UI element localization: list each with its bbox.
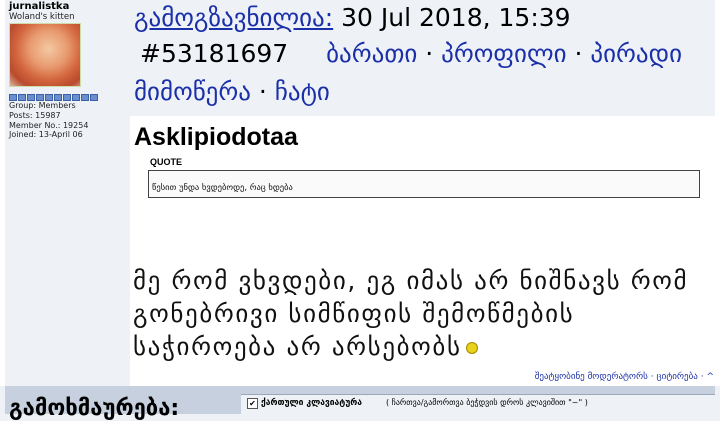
separator: · xyxy=(574,39,583,68)
post-footer: შეატყობინე მოდერატორს · ციტირება · ^ xyxy=(535,372,714,382)
post-actions-row-2: მიმოწერა · ჩატი xyxy=(134,77,330,106)
post-actions-row-1: #53181697 ბარათი · პროფილი · პირადი xyxy=(140,39,682,68)
rank-pip xyxy=(18,94,26,101)
author-title: Woland's kitten xyxy=(9,12,75,22)
quote-block: წესით უნდა ხვდებოდე, რაც ხდება xyxy=(148,170,700,198)
rank-pip xyxy=(72,94,80,101)
smiley-icon xyxy=(465,342,478,354)
rank-pip xyxy=(63,94,71,101)
rank-pip xyxy=(27,94,35,101)
post-body-text: მე რომ ვხვდები, ეგ იმას არ ნიშნავს რომ გ… xyxy=(133,266,689,361)
card-link[interactable]: ბარათი xyxy=(326,39,417,68)
georgian-keyboard-label[interactable]: ქართული კლავიატურა xyxy=(261,398,362,408)
reply-area: გამოხმაურება: ✔ ქართული კლავიატურა ( ჩარ… xyxy=(5,386,715,421)
author-group: Group: Members xyxy=(9,101,76,110)
separator: · xyxy=(258,77,267,106)
posted-label[interactable]: გამოგზავნილია: xyxy=(134,3,333,32)
separator: · xyxy=(425,39,434,68)
author-name[interactable]: jurnalistka xyxy=(9,1,69,12)
reply-label: გამოხმაურება: xyxy=(9,396,180,421)
rank-pip xyxy=(90,94,98,101)
author-joined: Joined: 13-April 06 xyxy=(9,130,83,139)
georgian-keyboard-checkbox[interactable]: ✔ xyxy=(247,398,258,409)
profile-link[interactable]: პროფილი xyxy=(441,39,566,68)
post-id[interactable]: #53181697 xyxy=(140,39,288,68)
private-message-link-part2[interactable]: მიმოწერა xyxy=(134,77,251,106)
quote-text: წესით უნდა ხვდებოდე, რაც ხდება xyxy=(152,183,293,193)
rank-pip xyxy=(36,94,44,101)
post-date: 30 Jul 2018, 15:39 xyxy=(341,3,571,32)
rank-pips xyxy=(9,94,98,101)
author-posts: Posts: 15987 xyxy=(9,111,61,120)
forum-post: jurnalistka Woland's kitten Group: Membe… xyxy=(0,0,720,386)
chat-link[interactable]: ჩატი xyxy=(275,77,330,106)
georgian-keyboard-hint: ( ჩართვა/გამორთვა ბეჭდვის დროს კლავიშით … xyxy=(386,398,588,407)
author-member-no: Member No.: 19254 xyxy=(9,121,89,130)
post-title: Asklipiodotaa xyxy=(134,123,298,151)
author-sidebar: jurnalistka Woland's kitten Group: Membe… xyxy=(5,0,130,386)
private-message-link-part1[interactable]: პირადი xyxy=(590,39,682,68)
reply-panel: ✔ ქართული კლავიატურა ( ჩართვა/გამორთვა ბ… xyxy=(241,394,715,415)
rank-pip xyxy=(81,94,89,101)
rank-pip xyxy=(9,94,17,101)
quote-label: QUOTE xyxy=(150,157,183,167)
rank-pip xyxy=(54,94,62,101)
post-header: გამოგზავნილია: 30 Jul 2018, 15:39 #53181… xyxy=(130,0,715,116)
separator: · xyxy=(650,372,654,382)
report-to-moderator-link[interactable]: შეატყობინე მოდერატორს xyxy=(535,372,648,382)
quote-link[interactable]: ციტირება xyxy=(657,372,698,382)
post-body: მე რომ ვხვდები, ეგ იმას არ ნიშნავს რომ გ… xyxy=(133,264,718,363)
post-content: გამოგზავნილია: 30 Jul 2018, 15:39 #53181… xyxy=(130,0,720,386)
rank-pip xyxy=(45,94,53,101)
scroll-top-icon[interactable]: ^ xyxy=(706,372,714,382)
post-meta: გამოგზავნილია: 30 Jul 2018, 15:39 xyxy=(134,3,571,32)
avatar xyxy=(9,23,81,87)
separator: · xyxy=(700,372,704,382)
